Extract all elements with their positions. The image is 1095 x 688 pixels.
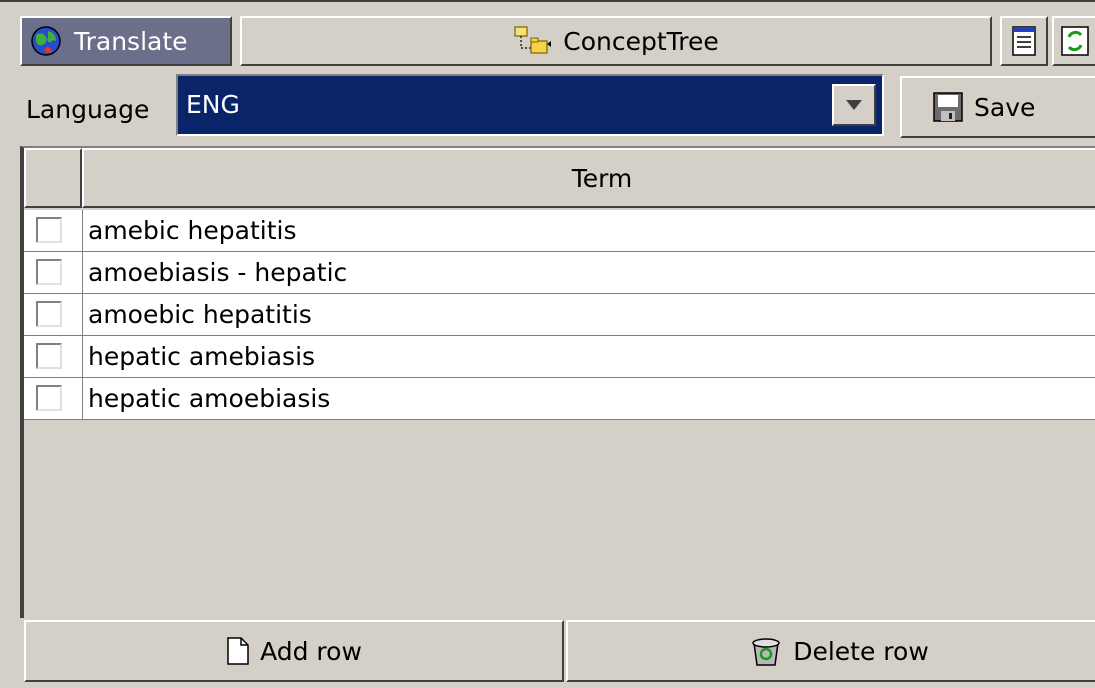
row-checkbox[interactable] [36, 217, 62, 243]
new-page-icon [226, 636, 250, 666]
globe-icon [30, 25, 62, 57]
folder-tree-icon [513, 25, 553, 57]
recycle-bin-icon [749, 635, 783, 667]
add-row-label: Add row [260, 636, 362, 666]
row-checkbox[interactable] [36, 385, 62, 411]
row-checkbox-cell [24, 252, 83, 293]
refresh-button[interactable] [1052, 16, 1095, 66]
terms-table: Term amebic hepatitis amoebiasis - hepati… [20, 146, 1095, 618]
delete-row-button[interactable]: Delete row [566, 620, 1095, 682]
select-column-header[interactable] [24, 148, 82, 208]
concept-tree-label: ConceptTree [563, 26, 719, 56]
translate-tab-label: Translate [74, 26, 188, 56]
row-checkbox-cell [24, 210, 83, 251]
table-body: amebic hepatitis amoebiasis - hepatic amoe… [24, 210, 1095, 420]
language-select[interactable]: ENG [176, 74, 884, 136]
term-cell[interactable]: hepatic amoebiasis [88, 378, 330, 419]
row-checkbox[interactable] [36, 301, 62, 327]
save-button[interactable]: Save [900, 76, 1095, 138]
add-row-button[interactable]: Add row [24, 620, 564, 682]
table-row[interactable]: amoebic hepatitis [24, 294, 1095, 336]
document-button[interactable] [1000, 16, 1048, 66]
term-cell[interactable]: amoebiasis - hepatic [88, 252, 347, 293]
table-row[interactable]: hepatic amoebiasis [24, 378, 1095, 420]
translate-tab[interactable]: Translate [20, 16, 232, 66]
language-dropdown-button[interactable] [832, 84, 876, 126]
refresh-icon [1060, 25, 1090, 57]
floppy-disk-icon [932, 91, 964, 123]
table-row[interactable]: hepatic amebiasis [24, 336, 1095, 378]
term-column-header[interactable]: Term [82, 148, 1095, 208]
save-label: Save [974, 92, 1036, 122]
term-cell[interactable]: hepatic amebiasis [88, 336, 315, 377]
delete-row-label: Delete row [793, 636, 929, 666]
row-checkbox-cell [24, 294, 83, 335]
row-checkbox-cell [24, 378, 83, 419]
language-label: Language [26, 95, 150, 124]
window-top-border [0, 0, 1095, 6]
chevron-down-icon [846, 100, 862, 110]
document-icon [1011, 25, 1037, 57]
language-value: ENG [186, 90, 240, 119]
table-row[interactable]: amoebiasis - hepatic [24, 252, 1095, 294]
term-cell[interactable]: amoebic hepatitis [88, 294, 312, 335]
table-row[interactable]: amebic hepatitis [24, 210, 1095, 252]
row-checkbox-cell [24, 336, 83, 377]
term-cell[interactable]: amebic hepatitis [88, 210, 297, 251]
concept-tree-tab[interactable]: ConceptTree [240, 16, 992, 66]
row-checkbox[interactable] [36, 259, 62, 285]
row-checkbox[interactable] [36, 343, 62, 369]
